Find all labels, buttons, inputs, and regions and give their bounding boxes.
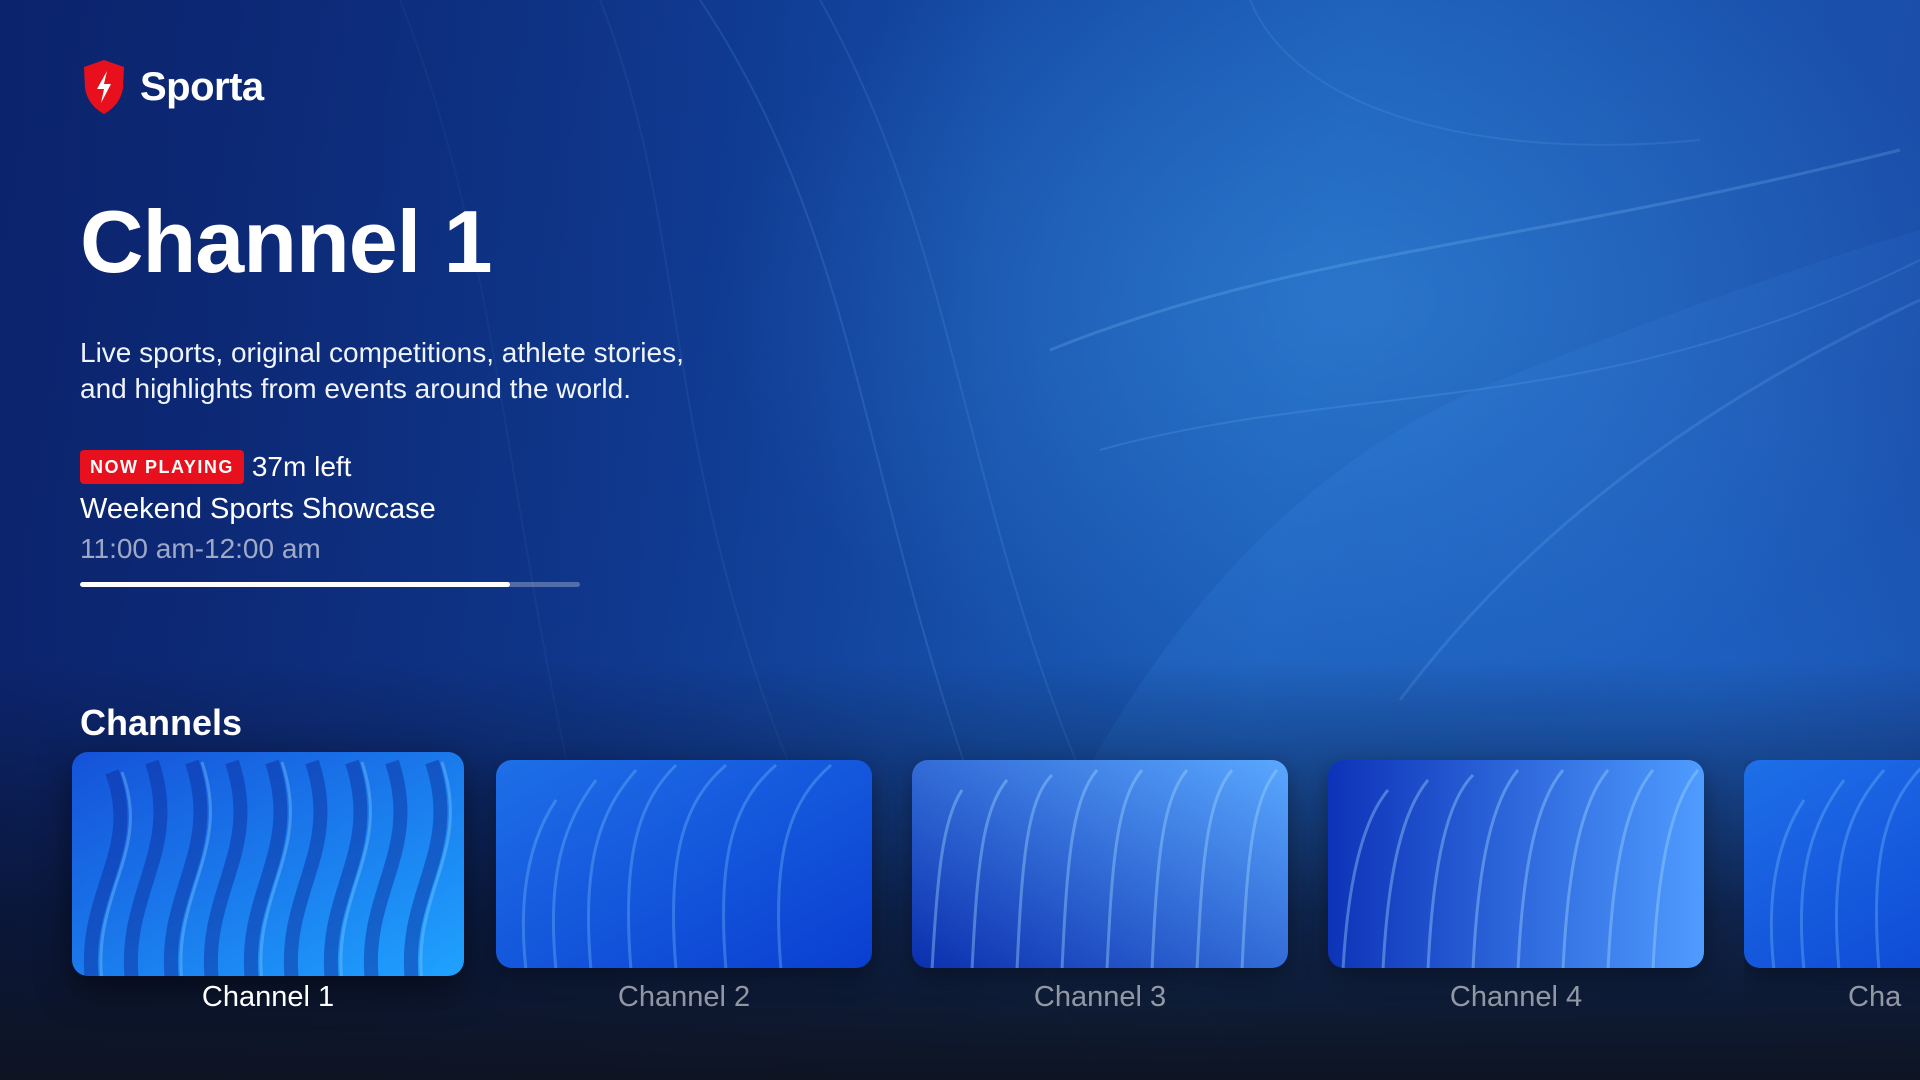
now-playing-badge: NOW PLAYING — [80, 450, 244, 484]
channel-thumbnail — [1744, 760, 1920, 968]
channel-card[interactable]: Channel 2 — [496, 760, 872, 1018]
program-progress-fill — [80, 582, 510, 587]
channels-section-title: Channels — [80, 702, 243, 743]
app-screen: Sporta Channel 1 Live sports, original c… — [0, 0, 1920, 1080]
bolt-shield-icon — [84, 60, 124, 114]
now-playing-row: NOW PLAYING 37m left — [80, 450, 351, 484]
time-left: 37m left — [251, 451, 352, 482]
hero-title: Channel 1 — [80, 192, 493, 291]
channel-label: Channel 4 — [1449, 981, 1583, 1013]
program-title: Weekend Sports Showcase — [80, 493, 436, 525]
channel-thumbnail — [912, 760, 1288, 968]
channel-label: Channel 2 — [617, 981, 751, 1013]
channel-label: Cha — [1848, 981, 1902, 1013]
channel-card[interactable]: Channel 4 — [1328, 760, 1704, 1018]
channel-thumbnail — [72, 752, 464, 976]
channel-thumbnail — [1328, 760, 1704, 968]
brand-logo: Sporta — [80, 58, 264, 116]
channel-card[interactable]: Channel 3 — [912, 760, 1288, 1018]
channel-card[interactable]: Channel 1 — [72, 752, 464, 1018]
channel-label: Channel 3 — [1033, 981, 1167, 1013]
program-time: 11:00 am-12:00 am — [80, 533, 321, 564]
brand-name: Sporta — [140, 64, 264, 109]
channel-label: Channel 1 — [201, 981, 335, 1013]
channel-thumbnail — [496, 760, 872, 968]
hero-description: Live sports, original competitions, athl… — [80, 337, 684, 404]
channel-card[interactable]: Cha — [1744, 760, 1920, 1018]
program-progress-bar — [80, 582, 580, 587]
